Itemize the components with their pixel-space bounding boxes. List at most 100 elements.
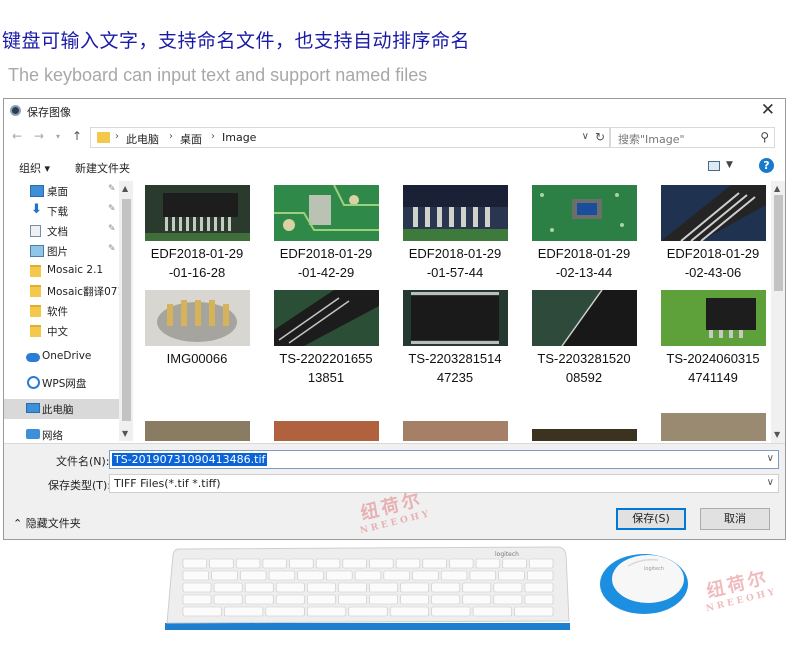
filename-input[interactable]: TS-20190731090413486.tif ∨ [109, 450, 779, 469]
file-name: EDF2018-01-29 -01-57-44 [408, 246, 502, 280]
chip-thumbnail [403, 290, 508, 346]
title-bar: 保存图像 ✕ [4, 99, 785, 123]
nav-item-wps-cloud[interactable]: WPS网盘 [4, 373, 119, 393]
refresh-icon[interactable]: ↻ [595, 130, 605, 144]
keyboard-key [524, 582, 554, 593]
nav-item-software[interactable]: 软件 [4, 301, 119, 321]
keyboard-key [289, 558, 314, 569]
file-item[interactable]: EDF2018-01-29 -01-57-44 [393, 181, 517, 286]
chevron-right-icon[interactable]: › [169, 131, 173, 142]
keyboard-key [235, 558, 261, 569]
pin-icon[interactable]: ✎ [108, 224, 116, 234]
search-input[interactable]: 搜索"Image" ⚲ [610, 127, 775, 148]
nav-item-desktop[interactable]: 桌面 ✎ [4, 181, 119, 201]
watermark: 纽荷尔 NREEOHY [704, 566, 779, 615]
file-item[interactable]: EDF2018-01-29 -01-16-28 [135, 181, 259, 286]
headline-en: The keyboard can input text and support … [8, 65, 428, 85]
chip-thumbnail [274, 290, 379, 346]
keyboard-key [440, 570, 468, 581]
keyboard-key [315, 558, 341, 569]
nav-scrollbar-thumb[interactable] [122, 199, 131, 421]
help-icon[interactable]: ? [759, 158, 774, 173]
up-arrow-icon[interactable]: ↑ [72, 129, 82, 143]
nav-item-onedrive[interactable]: OneDrive [4, 347, 119, 367]
breadcrumb-desktop[interactable]: 桌面 [180, 131, 202, 147]
organize-button[interactable]: 组织 ▾ [19, 160, 50, 176]
pin-icon[interactable]: ✎ [108, 204, 116, 214]
file-scrollbar-thumb[interactable] [774, 195, 783, 291]
keyboard-key [431, 582, 461, 593]
forward-arrow-icon[interactable]: → [34, 129, 44, 143]
keyboard-key [307, 606, 347, 617]
chevron-right-icon[interactable]: › [115, 131, 119, 142]
toolbar: 组织 ▾ 新建文件夹 ▼ ? [4, 154, 785, 179]
keyboard-key [431, 594, 461, 605]
partial-thumbnail[interactable] [274, 421, 379, 441]
keyboard-key [275, 582, 305, 593]
keyboard-key [342, 558, 367, 569]
breadcrumb-this-pc[interactable]: 此电脑 [126, 131, 159, 147]
keyboard-key [240, 570, 267, 581]
scroll-up-icon[interactable]: ▲ [774, 184, 780, 193]
hide-folders-toggle[interactable]: ⌃ 隐藏文件夹 [13, 515, 81, 531]
nav-item-this-pc[interactable]: 此电脑 [4, 399, 119, 419]
new-folder-button[interactable]: 新建文件夹 [75, 160, 130, 176]
nav-item-mosaic-translation[interactable]: Mosaic翻译071 [4, 281, 119, 301]
scroll-up-icon[interactable]: ▲ [122, 184, 128, 193]
close-icon[interactable]: ✕ [761, 100, 775, 120]
keyboard-key [307, 582, 336, 593]
keyboard-key [449, 558, 474, 569]
scroll-down-icon[interactable]: ▼ [122, 429, 128, 438]
recent-dropdown-icon[interactable]: ▾ [56, 132, 60, 141]
view-options-icon[interactable] [708, 161, 720, 171]
partial-thumbnail[interactable] [145, 421, 250, 441]
nav-item-documents[interactable]: 文档 ✎ [4, 221, 119, 241]
chevron-down-icon[interactable]: ∨ [582, 131, 589, 142]
keyboard-key [224, 606, 264, 617]
partial-thumbnail[interactable] [403, 421, 508, 441]
partial-thumbnail[interactable] [661, 413, 766, 441]
file-item[interactable]: TS-2203281514 47235 [393, 286, 517, 411]
breadcrumb-image[interactable]: Image [222, 131, 256, 144]
partial-thumbnail[interactable] [532, 429, 637, 441]
keyboard-key [326, 570, 353, 581]
file-item[interactable]: TS-2203281520 08592 [522, 286, 646, 411]
keyboard-key [354, 570, 382, 581]
pin-icon[interactable]: ✎ [108, 184, 116, 194]
file-item[interactable]: EDF2018-01-29 -01-42-29 [264, 181, 388, 286]
nav-label: WPS网盘 [42, 378, 87, 390]
pin-icon[interactable]: ✎ [108, 244, 116, 254]
nav-label: Mosaic 2.1 [47, 264, 104, 276]
folder-icon [30, 265, 41, 277]
file-item[interactable]: TS-2024060315 4741149 [651, 286, 773, 411]
keyboard-key [422, 558, 447, 569]
file-item[interactable]: EDF2018-01-29 -02-43-06 [651, 181, 773, 286]
file-item[interactable]: TS-2202201655 13851 [264, 286, 388, 411]
nav-item-mosaic[interactable]: Mosaic 2.1 [4, 261, 119, 281]
chevron-down-icon[interactable]: ∨ [767, 453, 774, 464]
keyboard-key [514, 606, 554, 617]
file-item[interactable]: IMG00066 [135, 286, 259, 411]
cancel-button[interactable]: 取消 [700, 508, 770, 530]
chevron-up-icon: ⌃ [13, 517, 23, 530]
search-icon[interactable]: ⚲ [760, 130, 769, 144]
keyboard-key [182, 558, 207, 569]
nav-item-downloads[interactable]: ⬇ 下载 ✎ [4, 201, 119, 221]
back-arrow-icon[interactable]: ← [12, 129, 22, 143]
keyboard-key [524, 594, 554, 605]
file-name: IMG00066 [166, 351, 228, 366]
chevron-right-icon[interactable]: › [211, 131, 215, 142]
chevron-down-icon[interactable]: ▼ [726, 160, 733, 170]
save-button[interactable]: 保存(S) [616, 508, 686, 530]
pictures-icon [30, 245, 44, 257]
this-pc-icon [26, 403, 40, 413]
nav-item-pictures[interactable]: 图片 ✎ [4, 241, 119, 261]
chevron-down-icon[interactable]: ∨ [767, 477, 774, 488]
nav-item-chinese[interactable]: 中文 [4, 321, 119, 341]
scroll-down-icon[interactable]: ▼ [774, 430, 780, 439]
file-item[interactable]: EDF2018-01-29 -02-13-44 [522, 181, 646, 286]
filetype-select[interactable]: TIFF Files(*.tif *.tiff) ∨ [109, 474, 779, 493]
desktop-icon [30, 185, 44, 197]
address-bar[interactable]: › 此电脑 › 桌面 › Image ∨ ↻ [90, 127, 610, 148]
nav-item-network[interactable]: 网络 [4, 425, 119, 441]
